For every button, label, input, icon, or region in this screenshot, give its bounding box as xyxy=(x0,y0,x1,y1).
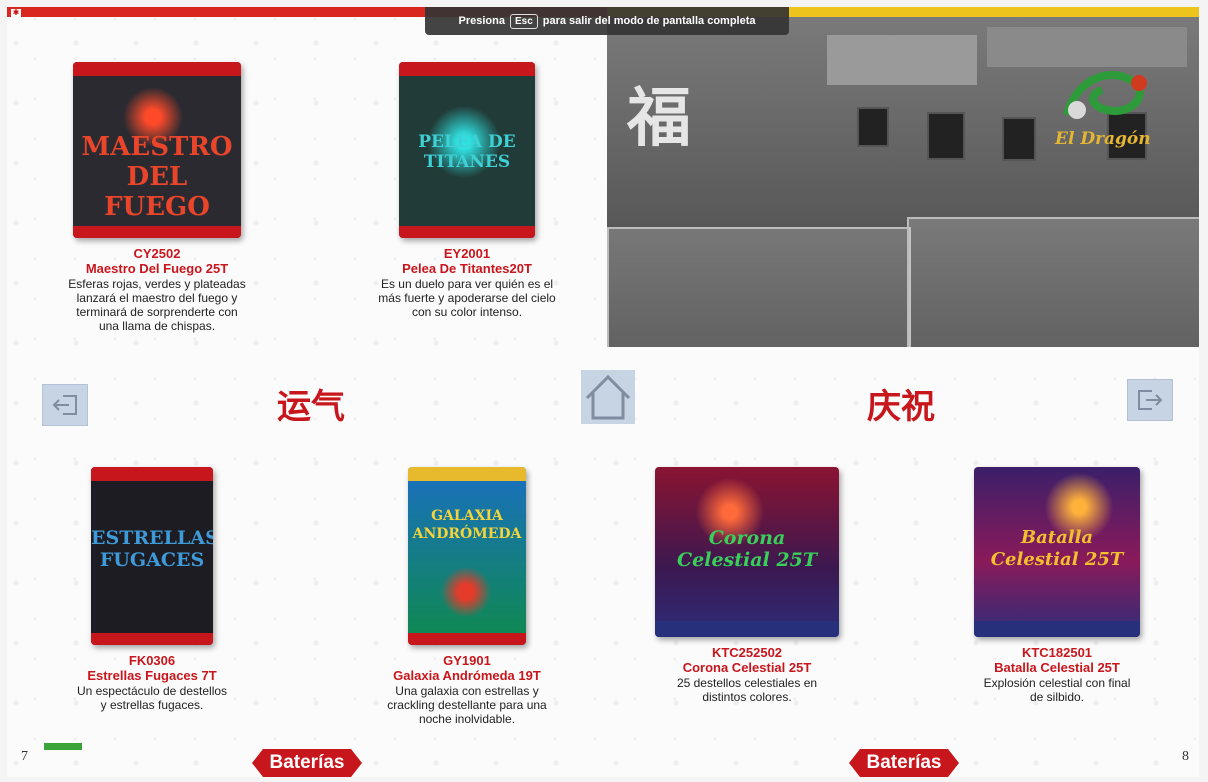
product-image: PELEA DE TITANES xyxy=(399,62,535,238)
product-image: Batalla Celestial 25T xyxy=(974,467,1140,637)
product-name: Galaxia Andrómeda 19T xyxy=(393,668,541,683)
catalog-spread: ✱ MAESTRO DEL FUEGO CY2502 Maestro Del Fu… xyxy=(7,7,1199,777)
product-card-ktc182501[interactable]: Batalla Celestial 25T KTC182501 Batalla C… xyxy=(957,467,1157,704)
previous-page-button[interactable] xyxy=(42,384,88,426)
left-chinese-title: 运气 xyxy=(277,387,345,427)
banner-prefix: Presiona xyxy=(458,15,505,27)
section-tag-right: Baterías xyxy=(849,749,959,777)
progress-indicator xyxy=(44,743,82,750)
home-icon xyxy=(585,374,631,420)
product-description: 25 destellos celestiales en distintos col… xyxy=(676,676,818,704)
product-card-cy2502[interactable]: MAESTRO DEL FUEGO CY2502 Maestro Del Fueg… xyxy=(37,62,277,333)
product-card-fk0306[interactable]: ESTRELLAS FUGACES FK0306 Estrellas Fugace… xyxy=(42,467,262,712)
arrow-right-icon xyxy=(1138,390,1163,410)
banner-suffix: para salir del modo de pantalla completa xyxy=(542,15,756,27)
fullscreen-banner: Presiona Esc para salir del modo de pant… xyxy=(425,7,789,35)
product-name: Batalla Celestial 25T xyxy=(994,660,1120,675)
product-code: KTC182501 xyxy=(1021,645,1093,660)
arrow-left-icon xyxy=(52,395,77,415)
store-photo: 福 El Dragón xyxy=(607,17,1199,347)
product-description: Explosión celestial con final de silbido. xyxy=(983,676,1131,704)
store-logo-text: El Dragón xyxy=(1055,129,1151,149)
product-code: CY2502 xyxy=(133,246,181,261)
home-button[interactable] xyxy=(581,370,635,424)
product-description: Una galaxia con estrellas y crackling des… xyxy=(387,684,547,726)
product-code: GY1901 xyxy=(443,653,491,668)
page-number-left: 7 xyxy=(21,749,28,764)
product-description: Es un duelo para ver quién es el más fuer… xyxy=(378,277,556,319)
product-code: EY2001 xyxy=(443,246,491,261)
product-name: Pelea De Titantes20T xyxy=(402,261,532,276)
product-image: GALAXIA ANDRÓMEDA xyxy=(408,467,526,645)
product-image: MAESTRO DEL FUEGO xyxy=(73,62,241,238)
esc-key-hint: Esc xyxy=(509,13,538,29)
product-image: Corona Celestial 25T xyxy=(655,467,839,637)
right-chinese-title: 庆祝 xyxy=(867,387,935,427)
section-tag-left: Baterías xyxy=(252,749,362,777)
store-sign: 福 xyxy=(627,82,691,156)
product-name: Estrellas Fugaces 7T xyxy=(87,668,217,683)
product-code: KTC252502 xyxy=(711,645,783,660)
next-page-button[interactable] xyxy=(1127,379,1173,421)
product-name: Corona Celestial 25T xyxy=(682,660,812,675)
product-description: Un espectáculo de destellos y estrellas f… xyxy=(76,684,228,712)
product-card-ktc252502[interactable]: Corona Celestial 25T KTC252502 Corona Cel… xyxy=(647,467,847,704)
product-card-gy1901[interactable]: GALAXIA ANDRÓMEDA GY1901 Galaxia Andrómed… xyxy=(352,467,582,726)
product-name: Maestro Del Fuego 25T xyxy=(85,261,229,276)
product-card-ey2001[interactable]: PELEA DE TITANES EY2001 Pelea De Titantes… xyxy=(347,62,587,319)
product-code: FK0306 xyxy=(128,653,176,668)
page-number-right: 8 xyxy=(1182,749,1189,764)
product-image: ESTRELLAS FUGACES xyxy=(91,467,213,645)
product-description: Esferas rojas, verdes y plateadas lanzará… xyxy=(68,277,246,333)
flag-icon: ✱ xyxy=(11,8,21,17)
